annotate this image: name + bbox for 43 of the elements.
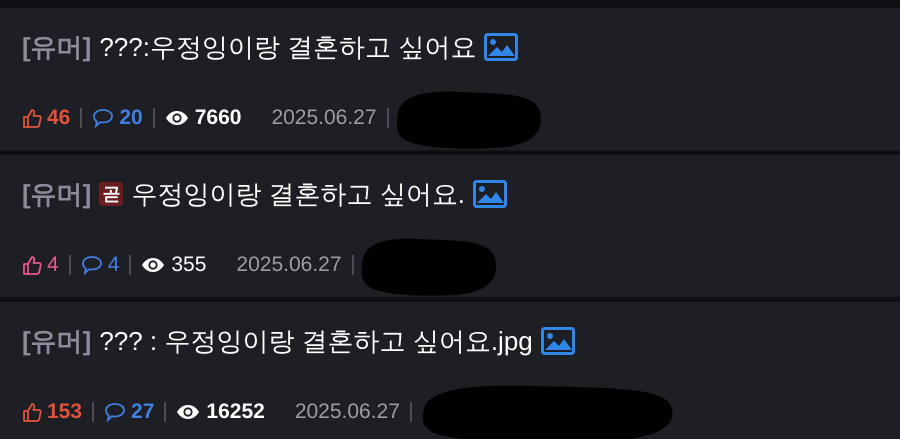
separator xyxy=(152,108,155,128)
view-count: 16252 xyxy=(206,399,265,425)
comment-icon xyxy=(92,108,114,128)
like-count: 46 xyxy=(47,105,70,131)
eye-icon xyxy=(164,110,189,126)
category-label: [유머] xyxy=(22,31,92,64)
comment-icon xyxy=(80,255,103,275)
thumbs-up-icon xyxy=(22,254,42,276)
category-label: [유머] xyxy=(22,325,92,358)
post-date: 2025.06.27 xyxy=(271,105,377,131)
post-row[interactable]: [유머] ??? : 우정잉이랑 결혼하고 싶어요.jpg 153 27 16252 2025.06.27 xyxy=(0,302,900,439)
category-label: [유머] xyxy=(22,178,92,211)
separator xyxy=(386,108,389,128)
post-row[interactable]: [유머] 곧 우정잉이랑 결혼하고 싶어요. 4 4 355 2025.06.27 xyxy=(0,155,900,297)
comment-count: 4 xyxy=(108,252,120,278)
separator xyxy=(410,402,412,422)
like-count: 153 xyxy=(47,399,82,425)
eye-icon xyxy=(141,257,166,273)
image-icon xyxy=(473,180,507,208)
comment-count: 20 xyxy=(119,105,143,131)
post-title[interactable]: 우정잉이랑 결혼하고 싶어요. xyxy=(131,177,465,211)
separator xyxy=(92,402,94,422)
view-count: 7660 xyxy=(194,105,242,131)
thumbs-up-icon xyxy=(22,107,42,129)
post-title[interactable]: ??? : 우정잉이랑 결혼하고 싶어요.jpg xyxy=(99,324,533,358)
image-icon xyxy=(484,33,518,61)
like-count: 4 xyxy=(47,252,59,278)
separator xyxy=(80,108,82,128)
post-date: 2025.06.27 xyxy=(236,252,342,278)
post-title[interactable]: ???:우정잉이랑 결혼하고 싶어요 xyxy=(99,30,476,64)
separator xyxy=(164,402,166,422)
thumbs-up-icon xyxy=(22,401,42,423)
eye-icon xyxy=(176,404,200,420)
post-row[interactable]: [유머] ???:우정잉이랑 결혼하고 싶어요 46 20 7660 2025.06.27 xyxy=(0,8,900,150)
post-date: 2025.06.27 xyxy=(294,399,400,425)
view-count: 355 xyxy=(171,252,206,278)
separator xyxy=(352,255,354,275)
image-icon xyxy=(540,327,575,355)
separator xyxy=(129,255,132,275)
comment-count: 27 xyxy=(131,399,154,425)
status-badge: 곧 xyxy=(99,182,124,206)
comment-icon xyxy=(104,402,126,422)
separator xyxy=(68,255,71,275)
